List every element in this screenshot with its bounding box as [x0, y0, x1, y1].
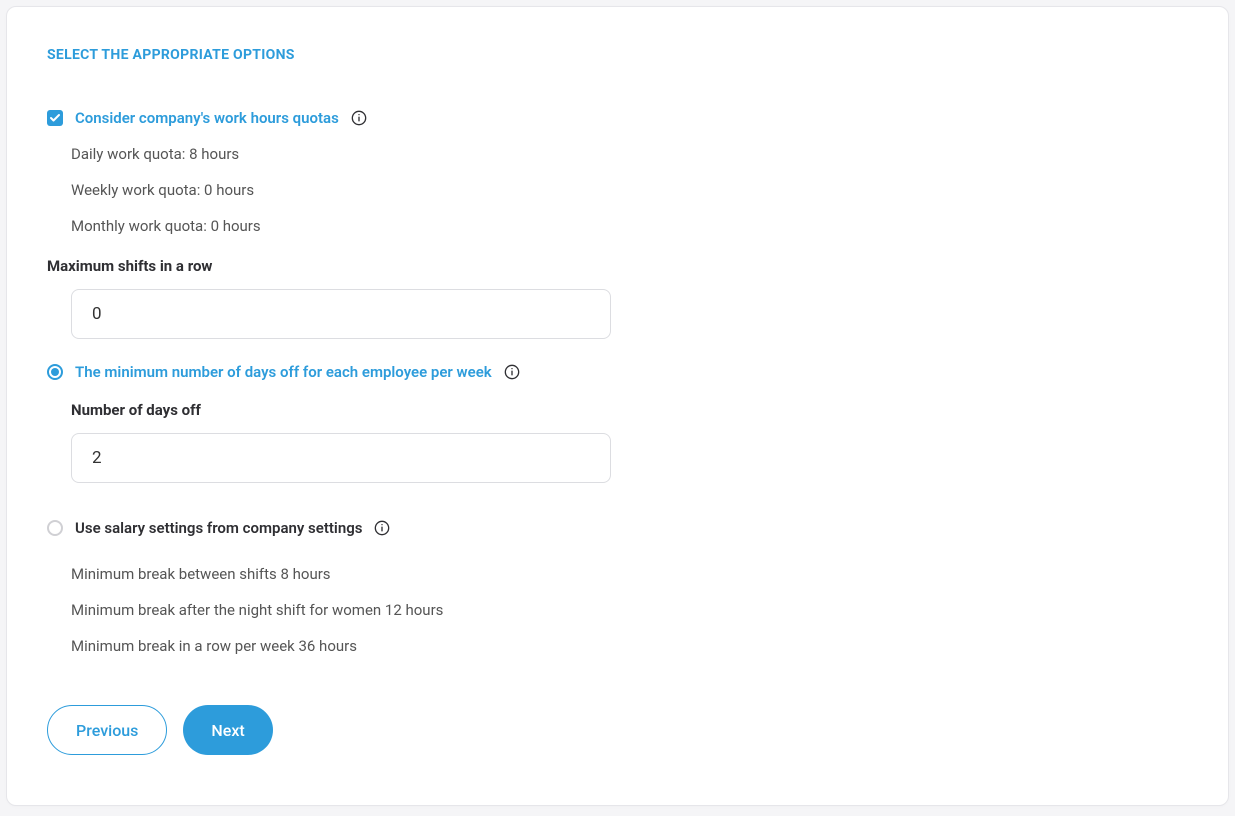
option-min-days-off-label: The minimum number of days off for each … [75, 363, 492, 381]
days-off-input[interactable] [71, 433, 611, 483]
monthly-quota: Monthly work quota: 0 hours [71, 217, 1188, 235]
breaks-block: Minimum break between shifts 8 hours Min… [71, 565, 1188, 655]
max-shifts-input[interactable] [71, 289, 611, 339]
break-between-shifts: Minimum break between shifts 8 hours [71, 565, 1188, 583]
next-button[interactable]: Next [183, 705, 272, 755]
weekly-quota: Weekly work quota: 0 hours [71, 181, 1188, 199]
option-work-hours-quotas[interactable]: Consider company's work hours quotas [47, 109, 1188, 127]
days-off-field-label: Number of days off [71, 401, 1188, 419]
info-icon[interactable] [351, 110, 367, 126]
info-icon[interactable] [504, 364, 520, 380]
info-icon[interactable] [374, 520, 390, 536]
work-quota-block: Daily work quota: 8 hours Weekly work qu… [71, 145, 1188, 235]
section-title: SELECT THE APPROPRIATE OPTIONS [47, 47, 1188, 63]
break-per-week: Minimum break in a row per week 36 hours [71, 637, 1188, 655]
option-salary-settings[interactable]: Use salary settings from company setting… [47, 519, 1188, 537]
radio-salary-settings[interactable] [47, 520, 63, 536]
daily-quota: Daily work quota: 8 hours [71, 145, 1188, 163]
radio-min-days-off[interactable] [47, 364, 63, 380]
option-salary-settings-label: Use salary settings from company setting… [75, 519, 362, 537]
option-min-days-off[interactable]: The minimum number of days off for each … [47, 363, 1188, 381]
break-night-women: Minimum break after the night shift for … [71, 601, 1188, 619]
max-shifts-label: Maximum shifts in a row [47, 257, 1188, 275]
checkbox-work-hours[interactable] [47, 110, 63, 126]
option-work-hours-label: Consider company's work hours quotas [75, 109, 339, 127]
previous-button[interactable]: Previous [47, 705, 167, 755]
